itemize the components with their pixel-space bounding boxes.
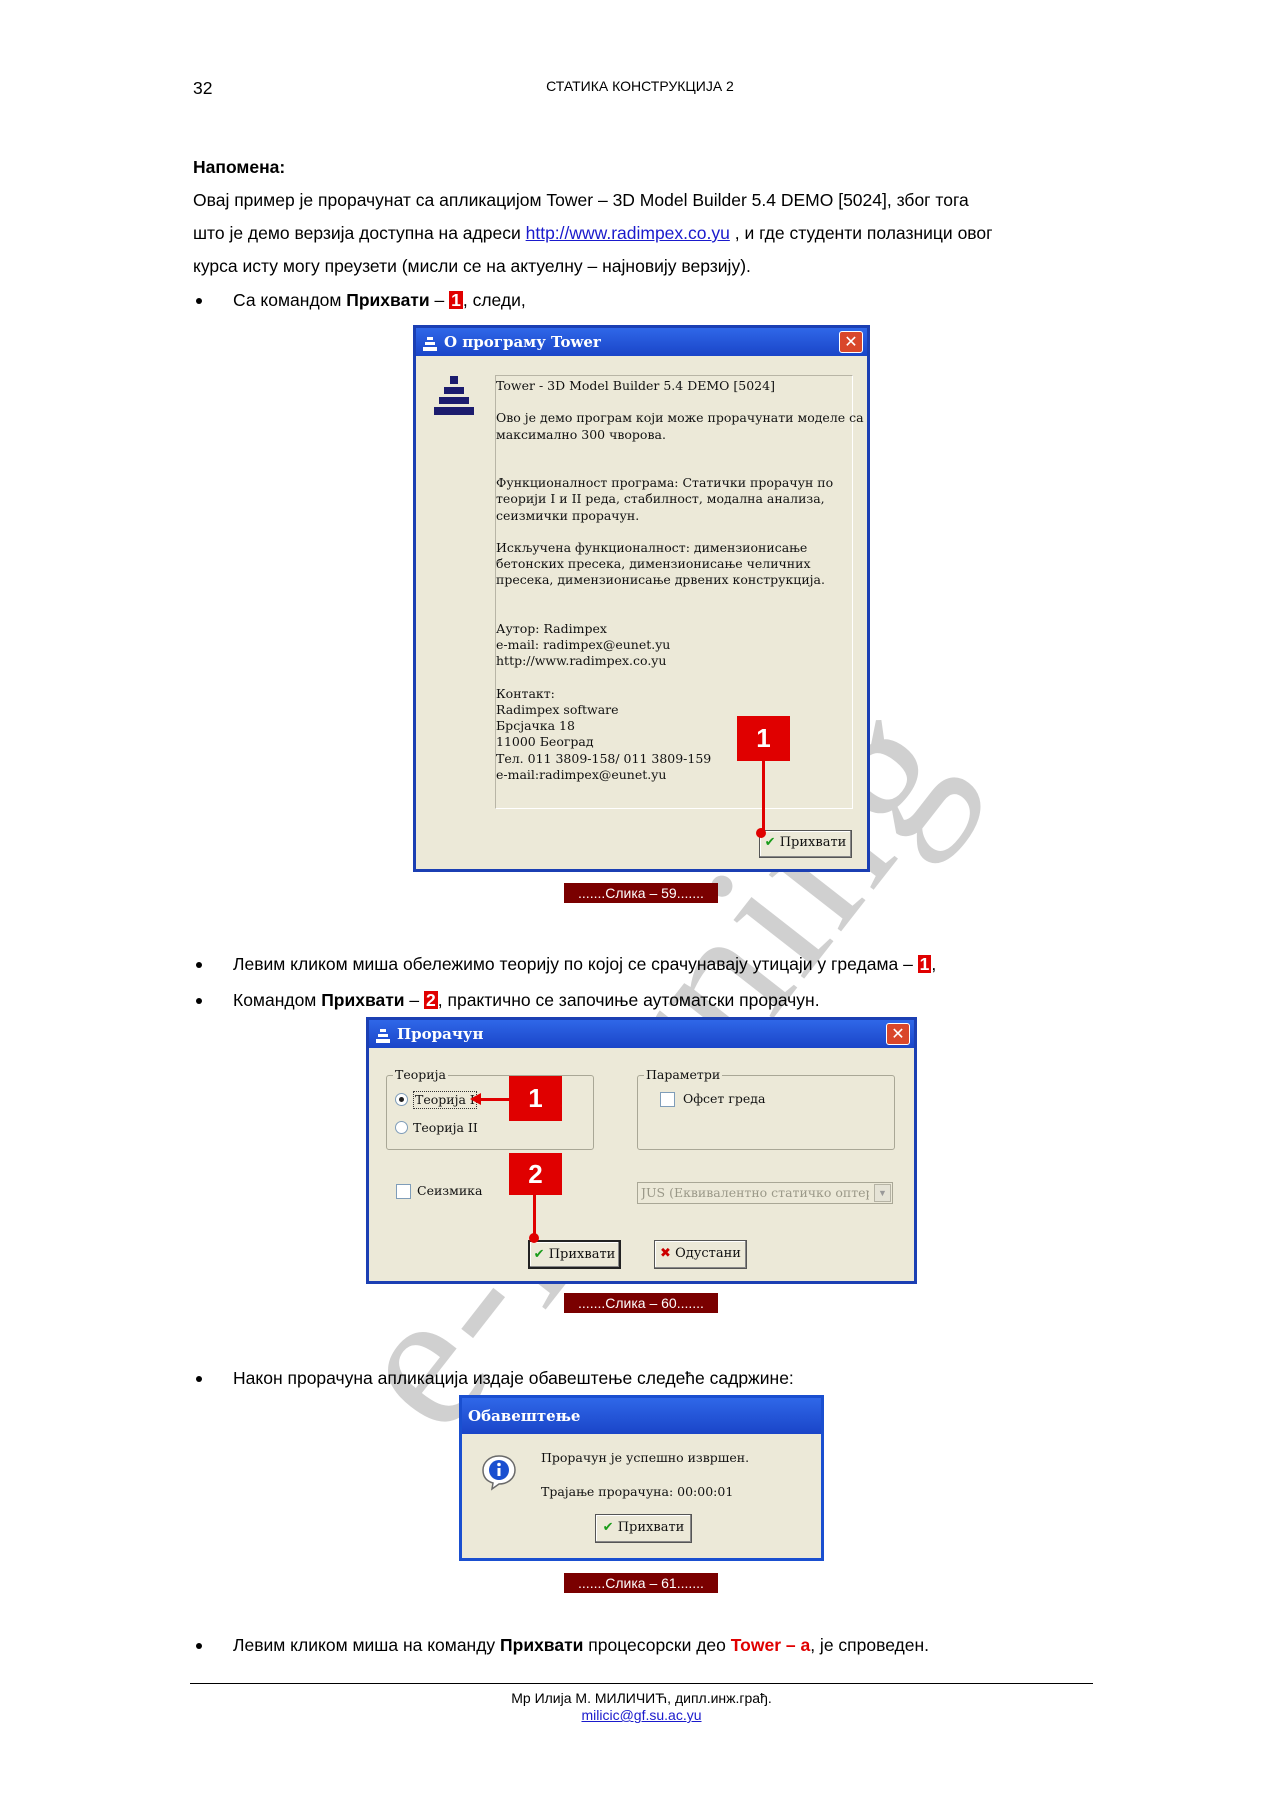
tower-app-icon [422, 333, 438, 351]
checkmark-icon: ✔ [764, 835, 776, 850]
about-info-line: Брсјачка 18 [496, 718, 575, 734]
note-line2: што је демо верзија доступна на адреси h… [193, 223, 993, 243]
cancel-x-icon: ✖ [660, 1246, 671, 1261]
about-info-line: Аутор: Radimpex [496, 621, 607, 636]
offset-label: Офсет греда [683, 1091, 766, 1106]
about-info-line: 11000 Београд [496, 734, 594, 750]
standard-select-value: JUS (Еквивалентно статичко оптере [641, 1185, 869, 1200]
cancel-button[interactable]: ✖ Одустани [654, 1240, 747, 1269]
note-line2-text: што је демо верзија доступна на адреси [193, 223, 526, 243]
close-icon[interactable]: ✕ [839, 331, 863, 353]
page-number: 32 [193, 78, 213, 98]
callout-1: 1 [509, 1076, 562, 1121]
about-info-line: Ово је демо програм који може прорачунат… [496, 410, 864, 426]
about-info-line: Функционалност програма: Статички прорач… [496, 475, 834, 491]
notification-message: Прорачун је успешно извршен. [541, 1450, 750, 1465]
offset-checkbox[interactable] [660, 1092, 675, 1107]
chevron-down-icon[interactable]: ▼ [874, 1184, 891, 1202]
about-info-line: бетонских пресека, димензионисање челичн… [496, 556, 811, 572]
about-info-line: максимално 300 чворова. [496, 426, 666, 442]
about-info-box: Tower - 3D Model Builder 5.4 DEMO [5024]… [495, 375, 864, 809]
bullet-dot [196, 998, 202, 1004]
callout-line [762, 761, 765, 833]
about-info-line: Контакт: [496, 685, 555, 701]
callout-line [480, 1098, 509, 1101]
callout-dot [529, 1233, 539, 1243]
bullet3-text: Командом Прихвати – 2, практично се запо… [233, 990, 820, 1010]
bullet1-text: Са командом Прихвати – 1, следи, [233, 290, 526, 310]
about-info-line: Tower - 3D Model Builder 5.4 DEMO [5024] [496, 378, 775, 393]
bullet4-text: Након прорачуна апликација издаје обавеш… [233, 1368, 794, 1388]
theory-group-title: Теорија [393, 1067, 448, 1083]
callout-1: 1 [737, 716, 790, 761]
cancel-button-label: Одустани [675, 1246, 741, 1261]
checkmark-icon: ✔ [602, 1520, 614, 1535]
standard-select[interactable]: JUS (Еквивалентно статичко оптере ▼ [637, 1182, 893, 1204]
about-info-line: сеизмички прорачун. [496, 507, 640, 523]
checkmark-icon: ✔ [533, 1247, 545, 1262]
about-info-line: пресека, димензионисање дрвених конструк… [496, 572, 825, 588]
bullet-dot [196, 962, 202, 968]
bullet2-text: Левим кликом миша обележимо теорију по к… [233, 954, 937, 974]
accept-button-label: Прихвати [548, 1247, 616, 1262]
notification-duration: Трајање прорачуна: 00:00:01 [541, 1484, 734, 1499]
callout-2: 2 [509, 1153, 562, 1195]
info-icon [480, 1453, 518, 1496]
figure-caption: .......Слика – 59....... [564, 883, 718, 903]
note-line2-post: , и где студенти полазници овог [729, 223, 993, 243]
callout-line [533, 1195, 536, 1237]
calculation-dialog: Прорачун ✕ Теорија Теорија I Теорија II … [366, 1017, 917, 1284]
about-info-line: Radimpex software [496, 702, 619, 717]
bullet-dot [196, 1376, 202, 1382]
accept-button[interactable]: ✔ Прихвати [528, 1240, 621, 1269]
tower-app-icon [375, 1025, 391, 1043]
about-dialog-titlebar: О програму Tower ✕ [416, 328, 867, 356]
theory1-radio[interactable] [395, 1093, 408, 1106]
accept-button-label: Прихвати [779, 835, 847, 850]
accept-button[interactable]: ✔ Прихвати [759, 830, 852, 858]
calculation-dialog-title: Прорачун [397, 1025, 484, 1043]
figure-caption: .......Слика – 60....... [564, 1293, 718, 1313]
accept-button[interactable]: ✔ Прихвати [595, 1514, 692, 1543]
params-group-title: Параметри [644, 1067, 723, 1083]
header-title: СТАТИКА КОНСТРУКЦИЈА 2 [546, 78, 734, 94]
footer-email-link[interactable]: milicic@gf.su.ac.yu [540, 1707, 743, 1723]
about-info-line: теорији I и II реда, стабилност, модална… [496, 491, 825, 507]
bullet-dot [196, 1643, 202, 1649]
theory2-radio[interactable] [395, 1121, 408, 1134]
theory-group: Теорија Теорија I Теорија II [386, 1067, 594, 1150]
notification-dialog-title: Обавештење [468, 1407, 581, 1425]
about-dialog-title: О програму Tower [444, 333, 601, 351]
about-info-line: e-mail: radimpex@eunet.yu [496, 637, 671, 653]
radio-selected-dot [399, 1097, 404, 1102]
arrow-left-icon [470, 1093, 481, 1105]
seismic-label: Сеизмика [417, 1183, 483, 1198]
about-info-line: Искључена функционалност: димензионисање [496, 540, 808, 555]
about-dialog: О програму Tower ✕ Tower - 3D Model Buil… [413, 325, 870, 872]
tower-logo-icon [434, 376, 474, 421]
theory1-label[interactable]: Теорија I [413, 1091, 477, 1109]
figure-caption: .......Слика – 61....... [564, 1573, 718, 1593]
about-info-line: http://www.radimpex.co.yu [496, 653, 667, 669]
seismic-checkbox[interactable] [396, 1184, 411, 1199]
calculation-dialog-titlebar: Прорачун ✕ [369, 1020, 914, 1048]
notification-dialog: Обавештење Прорачун је успешно извршен. … [459, 1395, 824, 1561]
about-info-line: Тел. 011 3809-158/ 011 3809-159 [496, 750, 712, 766]
note-line3: курса исту могу преузети (мисли се на ак… [193, 256, 751, 276]
notification-dialog-titlebar: Обавештење [462, 1398, 821, 1434]
bullet-dot [196, 298, 202, 304]
close-icon[interactable]: ✕ [886, 1023, 910, 1045]
footer-divider [190, 1683, 1093, 1684]
theory2-label[interactable]: Теорија II [413, 1120, 478, 1136]
params-group: Параметри Офсет греда [637, 1067, 895, 1150]
note-heading: Напомена: [193, 157, 286, 177]
footer-author: Мр Илија М. МИЛИЧИЋ, дипл.инж.грађ. [511, 1690, 772, 1706]
radimpex-link[interactable]: http://www.radimpex.co.yu [526, 223, 730, 243]
bullet5-text: Левим кликом миша на команду Прихвати пр… [233, 1635, 930, 1655]
note-line1: Овај пример је прорачунат са апликацијом… [193, 190, 969, 210]
about-info-line: e-mail:radimpex@eunet.yu [496, 766, 667, 782]
accept-button-label: Прихвати [617, 1520, 685, 1535]
callout-dot [756, 828, 766, 838]
